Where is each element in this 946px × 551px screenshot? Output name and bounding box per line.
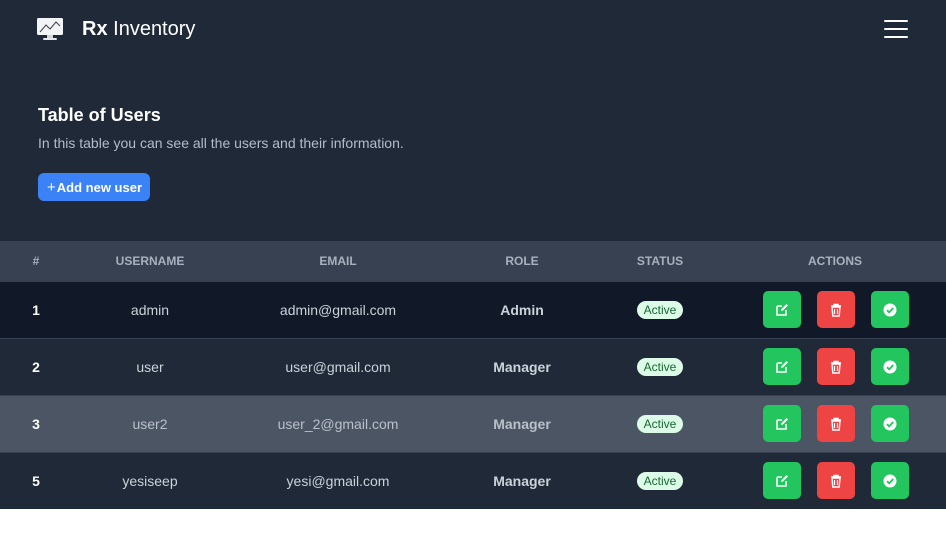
cell-role: Manager <box>493 415 551 432</box>
trash-icon <box>831 474 841 488</box>
cell-id: 3 <box>32 415 40 432</box>
table-row: 5 yesiseep yesi@gmail.com Manager Active <box>0 452 946 509</box>
cell-status: Active <box>596 338 724 395</box>
add-user-button[interactable]: + Add new user <box>38 173 151 201</box>
cell-username: user2 <box>132 415 168 432</box>
cell-email: yesi@gmail.com <box>286 472 390 489</box>
status-badge: Active <box>636 357 684 376</box>
cell-role: Admin <box>500 301 544 318</box>
cell-id: 2 <box>32 358 40 375</box>
row-actions <box>724 405 946 442</box>
brand-rest: Inventory <box>107 18 196 40</box>
plus-icon: + <box>47 178 56 196</box>
trash-icon <box>831 360 841 374</box>
table-header-row: # USERNAME EMAIL ROLE STATUS ACTIONS <box>0 241 946 281</box>
delete-button[interactable] <box>817 348 855 385</box>
brand-bold: Rx <box>82 18 108 40</box>
page-title: Table of Users <box>38 105 161 125</box>
check-circle-icon <box>883 417 897 430</box>
cell-role: Manager <box>493 472 551 489</box>
delete-button[interactable] <box>817 291 855 328</box>
check-circle-icon <box>883 474 897 488</box>
edit-icon <box>776 360 788 373</box>
app-root: Rx Inventory Table of Users In this tabl… <box>0 0 946 509</box>
edit-icon <box>776 474 788 487</box>
check-circle-icon <box>883 360 897 373</box>
col-header-email: EMAIL <box>319 253 357 268</box>
row-actions <box>724 348 946 385</box>
row-actions <box>724 291 946 328</box>
page-subtitle: In this table you can see all the users … <box>38 135 404 151</box>
cell-status: Active <box>596 395 724 452</box>
cell-username: admin <box>130 301 170 318</box>
users-table: # USERNAME EMAIL ROLE STATUS ACTIONS 1 a… <box>0 241 946 509</box>
table-row: 2 user user@gmail.com Manager Active <box>0 338 946 395</box>
row-actions <box>724 462 946 500</box>
table-row: 1 admin admin@gmail.com Admin Active <box>0 281 946 338</box>
cell-email: user_2@gmail.com <box>277 415 399 432</box>
cell-actions <box>724 452 946 509</box>
cell-username: yesiseep <box>122 472 178 489</box>
status-badge: Active <box>636 414 684 433</box>
col-header-id: # <box>32 253 40 268</box>
page-header: Table of Users In this table you can see… <box>38 105 404 151</box>
col-header-username: USERNAME <box>115 253 185 268</box>
hamburger-menu-icon[interactable] <box>884 20 908 40</box>
cell-actions <box>724 338 946 395</box>
cell-actions <box>724 281 946 338</box>
delete-button[interactable] <box>817 405 855 442</box>
edit-button[interactable] <box>763 405 801 442</box>
edit-button[interactable] <box>763 348 801 385</box>
add-user-label: Add new user <box>56 179 143 195</box>
col-header-actions: ACTIONS <box>808 253 862 268</box>
cell-username: user <box>136 358 164 375</box>
cell-email: user@gmail.com <box>285 358 391 375</box>
cell-email: admin@gmail.com <box>279 301 397 318</box>
navbar: Rx Inventory <box>0 0 946 60</box>
edit-icon <box>776 417 788 430</box>
approve-button[interactable] <box>871 348 909 385</box>
cell-id: 5 <box>32 472 40 489</box>
table-row: 3 user2 user_2@gmail.com Manager Active <box>0 395 946 452</box>
approve-button[interactable] <box>871 405 909 442</box>
cell-status: Active <box>596 281 724 338</box>
col-header-status: STATUS <box>636 253 684 268</box>
col-header-role: ROLE <box>505 253 539 268</box>
edit-button[interactable] <box>763 462 801 500</box>
brand-title[interactable]: Rx Inventory <box>82 18 195 41</box>
trash-icon <box>831 417 841 431</box>
cell-role: Manager <box>493 358 551 375</box>
desktop-monitor-icon[interactable] <box>36 17 64 41</box>
status-badge: Active <box>636 300 684 319</box>
cell-id: 1 <box>32 301 40 318</box>
cell-status: Active <box>596 452 724 509</box>
edit-button[interactable] <box>763 291 801 328</box>
status-badge: Active <box>636 471 684 490</box>
trash-icon <box>831 303 841 317</box>
edit-icon <box>776 303 788 316</box>
check-circle-icon <box>883 303 897 316</box>
approve-button[interactable] <box>871 291 909 328</box>
approve-button[interactable] <box>871 462 909 500</box>
delete-button[interactable] <box>817 462 855 500</box>
cell-actions <box>724 395 946 452</box>
